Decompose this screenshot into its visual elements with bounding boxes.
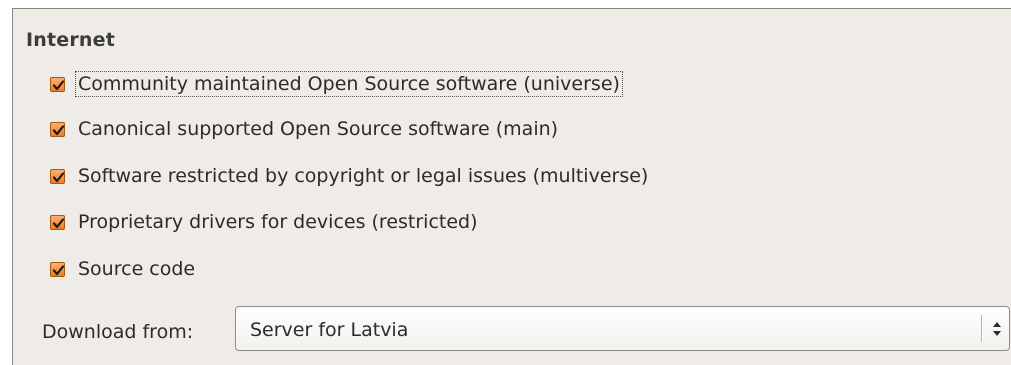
checkmark-icon: [52, 79, 65, 90]
checkbox-source-code[interactable]: Source code: [50, 255, 197, 283]
section-title: Internet: [26, 29, 116, 51]
checkbox-multiverse[interactable]: Software restricted by copyright or lega…: [50, 162, 650, 190]
checkbox-main-box[interactable]: [50, 121, 65, 137]
software-sources-panel: Internet Community maintained Open Sourc…: [12, 8, 1011, 365]
checkbox-universe[interactable]: Community maintained Open Source softwar…: [50, 70, 623, 98]
combo-separator: [981, 315, 983, 342]
checkbox-source-code-box[interactable]: [50, 261, 65, 277]
checkmark-icon: [52, 217, 65, 228]
checkmark-icon: [52, 124, 65, 135]
checkbox-restricted[interactable]: Proprietary drivers for devices (restric…: [50, 208, 480, 236]
checkmark-icon: [52, 171, 65, 182]
up-down-arrows-icon[interactable]: [991, 318, 1003, 340]
download-from-label: Download from:: [42, 321, 194, 343]
download-server-value: Server for Latvia: [250, 319, 409, 341]
checkbox-multiverse-label[interactable]: Software restricted by copyright or lega…: [76, 164, 650, 188]
download-server-select[interactable]: Server for Latvia: [235, 306, 1010, 351]
checkbox-restricted-box[interactable]: [50, 214, 65, 230]
checkbox-multiverse-box[interactable]: [50, 168, 65, 184]
checkbox-universe-box[interactable]: [50, 76, 65, 92]
checkbox-universe-label[interactable]: Community maintained Open Source softwar…: [75, 71, 623, 97]
checkbox-restricted-label[interactable]: Proprietary drivers for devices (restric…: [76, 210, 480, 234]
checkbox-main[interactable]: Canonical supported Open Source software…: [50, 115, 560, 143]
checkbox-main-label[interactable]: Canonical supported Open Source software…: [76, 117, 560, 141]
checkmark-icon: [52, 264, 65, 275]
checkbox-source-code-label[interactable]: Source code: [76, 257, 197, 281]
